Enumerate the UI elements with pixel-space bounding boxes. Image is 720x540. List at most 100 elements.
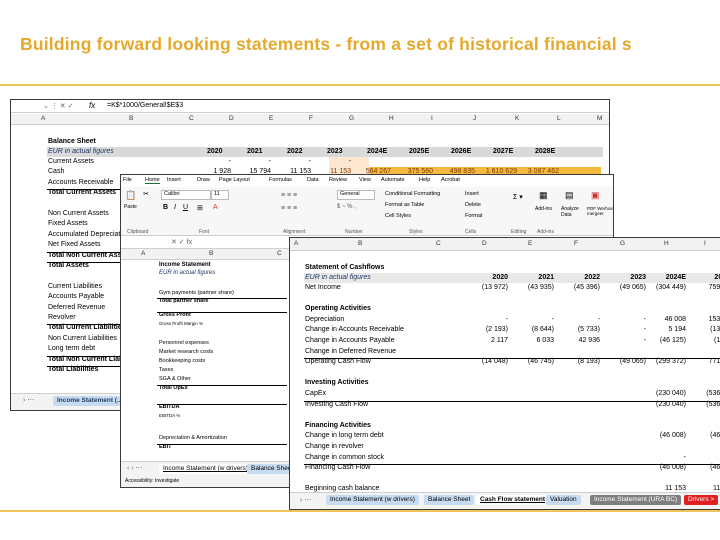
- column-header[interactable]: C: [436, 240, 441, 247]
- column-header[interactable]: E: [269, 115, 273, 122]
- cut-icon[interactable]: ✂: [143, 190, 149, 198]
- cell-value: -: [348, 158, 351, 165]
- pdf-icon[interactable]: ▣: [591, 190, 600, 201]
- menu-home[interactable]: Home: [145, 177, 160, 184]
- format-button[interactable]: Format: [465, 213, 482, 219]
- column-header[interactable]: B: [209, 250, 213, 257]
- row-label: CapEx: [305, 390, 327, 397]
- tab-cash-flow-statement[interactable]: Cash Flow statement: [476, 495, 550, 505]
- column-header[interactable]: A: [41, 115, 45, 122]
- chevron-down-icon[interactable]: ⌄ ⋮ ✕ ✓: [43, 102, 73, 110]
- menu-data[interactable]: Data: [307, 177, 319, 183]
- column-header[interactable]: I: [704, 240, 706, 247]
- column-header[interactable]: C: [189, 115, 194, 122]
- year-header: 2027E: [493, 148, 514, 155]
- menu-automate[interactable]: Automate: [381, 177, 405, 183]
- cell-value: (14 048): [481, 358, 508, 366]
- column-header[interactable]: E: [528, 240, 532, 247]
- row-label: Investing Activities: [305, 379, 369, 387]
- menu-formulas[interactable]: Formulas: [269, 177, 292, 183]
- row-label: Change in common stock: [305, 453, 384, 461]
- cell-value: -: [597, 315, 600, 323]
- paste-icon[interactable]: 📋: [125, 190, 136, 201]
- borders-icon[interactable]: ⊞: [197, 204, 203, 212]
- column-header[interactable]: G: [620, 240, 625, 247]
- conditional-formatting-button[interactable]: Conditional Formatting: [385, 191, 440, 197]
- cell-value: (230 040): [656, 400, 686, 408]
- row-label: Non Current Assets: [48, 210, 109, 217]
- tab-balance-sheet[interactable]: Balance Sheet: [424, 495, 475, 505]
- more-tabs-icon[interactable]: ‹ › ⋯: [127, 464, 143, 472]
- column-header[interactable]: D: [482, 240, 487, 247]
- insert-button[interactable]: Insert: [465, 191, 479, 197]
- editing-icon[interactable]: Σ ▾: [513, 193, 523, 201]
- more-tabs-icon[interactable]: › ⋯: [23, 396, 34, 404]
- column-header[interactable]: G: [349, 115, 354, 122]
- row-label: Total Assets: [48, 262, 89, 269]
- analyze-data-icon[interactable]: ▤: [565, 190, 574, 201]
- menu-review[interactable]: Review: [329, 177, 347, 183]
- menu-draw[interactable]: Draw: [197, 177, 210, 183]
- menu-help[interactable]: Help: [419, 177, 430, 183]
- cell-value: 2 117: [491, 337, 508, 344]
- ribbon-group-label: Clipboard: [127, 229, 149, 235]
- number-format-select[interactable]: General: [337, 190, 375, 200]
- column-header[interactable]: J: [473, 115, 476, 122]
- column-header[interactable]: C: [277, 250, 282, 257]
- font-name-select[interactable]: Calibri: [161, 190, 211, 200]
- column-header[interactable]: A: [141, 250, 145, 257]
- column-header[interactable]: M: [597, 115, 602, 122]
- font-size-select[interactable]: 11: [211, 190, 229, 200]
- menu-insert[interactable]: Insert: [167, 177, 181, 183]
- menu-view[interactable]: View: [359, 177, 371, 183]
- row-label: Accounts Receivable: [48, 178, 114, 186]
- align-icons[interactable]: ≡ ≡ ≡: [281, 192, 297, 199]
- ribbon-group-label: Font: [199, 229, 210, 235]
- column-header[interactable]: H: [389, 115, 394, 122]
- number-icons[interactable]: $ ~ % ,: [337, 204, 356, 210]
- font-color-icon[interactable]: A: [213, 204, 218, 211]
- underline-button[interactable]: U: [183, 204, 188, 211]
- tab-drivers[interactable]: Drivers >: [684, 495, 719, 505]
- italic-button[interactable]: I: [174, 204, 176, 211]
- format-as-table-button[interactable]: Format as Table: [385, 202, 424, 208]
- tab-income-statement[interactable]: Income Statement (...: [53, 396, 127, 406]
- column-header[interactable]: L: [557, 115, 561, 122]
- ribbon-group-label: Styles: [409, 229, 423, 235]
- bold-button[interactable]: B: [163, 204, 168, 211]
- column-header[interactable]: A: [294, 240, 298, 247]
- formula-bar[interactable]: ⌄ ⋮ ✕ ✓ fx =K$*1000/General!$E$3: [11, 100, 609, 113]
- column-header[interactable]: I: [431, 115, 433, 122]
- ribbon-group-label: Alignment: [283, 229, 306, 235]
- menu-file[interactable]: File: [123, 177, 132, 183]
- cell-value: -: [505, 315, 508, 323]
- year-header: 2022: [584, 274, 600, 281]
- tab-income-statement-ura[interactable]: Income Statement (URA BC): [590, 495, 682, 505]
- tab-valuation[interactable]: Valuation: [546, 495, 581, 505]
- column-header[interactable]: F: [309, 115, 313, 122]
- year-header: 2025: [714, 274, 720, 281]
- cell-styles-button[interactable]: Cell Styles: [385, 213, 411, 219]
- sheet-subtitle: EUR in actual figures: [48, 148, 114, 155]
- column-header[interactable]: F: [574, 240, 578, 247]
- menu-acrobat[interactable]: Acrobat: [441, 177, 460, 183]
- formula-text[interactable]: =K$*1000/General!$E$3: [107, 102, 183, 109]
- delete-button[interactable]: Delete: [465, 202, 481, 208]
- column-header[interactable]: K: [515, 115, 519, 122]
- fx-icon: fx: [89, 101, 96, 110]
- more-tabs-icon[interactable]: › ⋯: [300, 496, 311, 504]
- wrap-icons[interactable]: ≡ ≡ ≡: [281, 205, 297, 212]
- menu-page-layout[interactable]: Page Layout: [219, 177, 250, 183]
- column-header[interactable]: B: [129, 115, 133, 122]
- column-header[interactable]: H: [664, 240, 669, 247]
- column-header[interactable]: D: [229, 115, 234, 122]
- column-header[interactable]: B: [358, 240, 362, 247]
- tab-income-statement-drivers[interactable]: Income Statement (w drivers): [159, 464, 252, 474]
- cell-value: 42 936: [578, 337, 600, 344]
- sheet-subtitle: EUR in actual figures: [159, 270, 216, 276]
- cell-value: (45 396): [573, 284, 600, 291]
- tab-income-statement-drivers[interactable]: Income Statement (w drivers): [326, 495, 419, 505]
- addins-icon[interactable]: ▦: [539, 190, 548, 201]
- cashflow-window: A B C D E F G H I Statement of Cashflows EUR in a…: [289, 237, 720, 510]
- row-label: Fixed Assets: [48, 220, 88, 228]
